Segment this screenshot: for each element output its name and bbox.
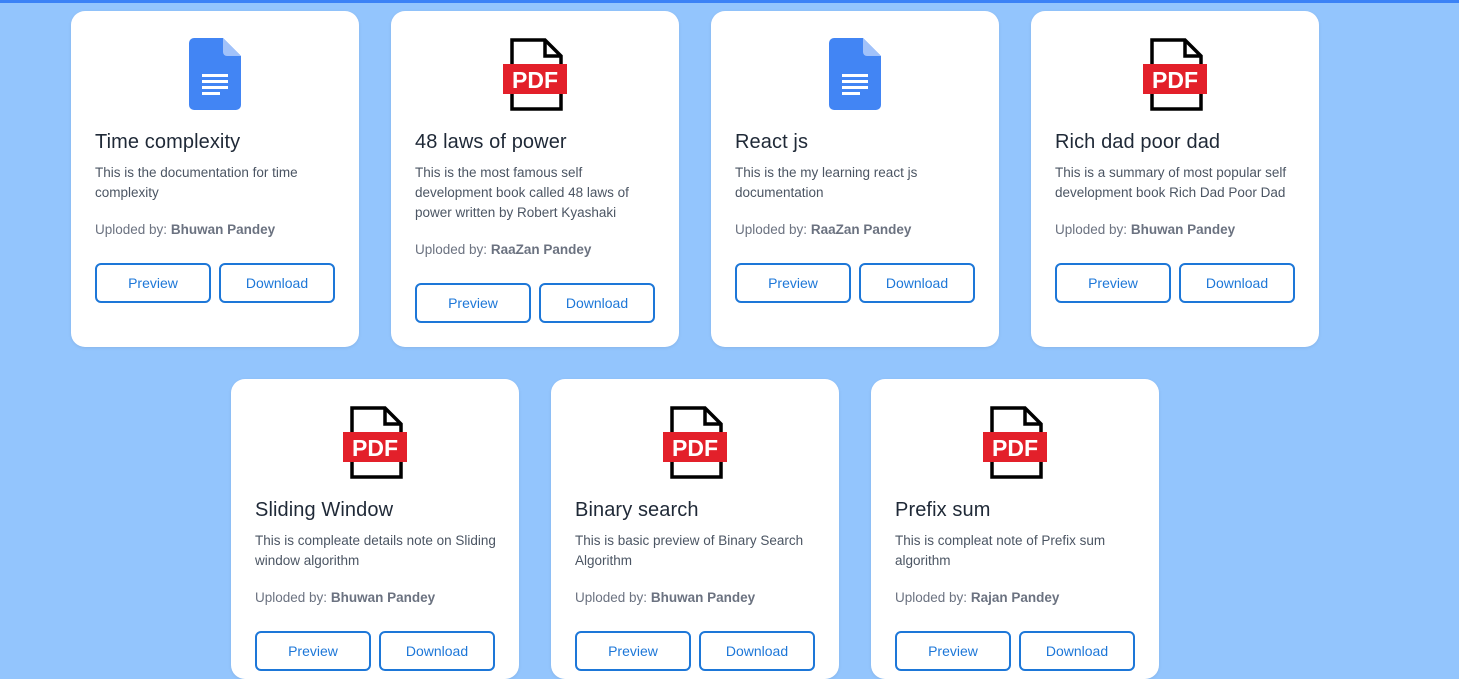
pdf-icon: PDF	[503, 38, 567, 111]
document-card: PDF Binary search This is basic preview …	[551, 379, 839, 679]
card-description: This is compleat note of Prefix sum algo…	[895, 533, 1106, 568]
card-uploader: Uploded by: Bhuwan Pandey	[95, 222, 276, 237]
doc-icon	[189, 38, 241, 110]
pdf-icon: PDF	[983, 406, 1047, 479]
document-card: Time complexity This is the documentatio…	[71, 11, 359, 347]
pdf-icon: PDF	[1143, 38, 1207, 111]
uploader-name: Bhuwan Pandey	[330, 590, 436, 605]
card-uploader: Uploded by: Bhuwan Pandey	[575, 590, 756, 605]
download-button[interactable]: Download	[699, 631, 815, 671]
preview-button[interactable]: Preview	[1055, 263, 1171, 303]
svg-text:PDF: PDF	[992, 435, 1038, 461]
svg-text:PDF: PDF	[512, 67, 558, 93]
document-card: PDF Sliding Window This is compleate det…	[231, 379, 519, 679]
card-description: This is the documentation for time compl…	[95, 165, 298, 200]
uploader-name: RaaZan Pandey	[810, 222, 912, 237]
preview-button[interactable]: Preview	[95, 263, 211, 303]
top-accent-bar	[0, 0, 1459, 3]
document-card: PDF Rich dad poor dad This is a summary …	[1031, 11, 1319, 347]
card-title: Prefix sum	[895, 499, 991, 521]
card-uploader: Uploded by: RaaZan Pandey	[415, 242, 592, 257]
card-description: This is the my learning react js documen…	[735, 165, 918, 200]
preview-button[interactable]: Preview	[415, 283, 531, 323]
card-description: This is a summary of most popular self d…	[1055, 165, 1287, 200]
card-description: This is the most famous self development…	[415, 165, 629, 220]
uploader-name: Bhuwan Pandey	[650, 590, 756, 605]
preview-button[interactable]: Preview	[255, 631, 371, 671]
card-title: 48 laws of power	[415, 131, 567, 153]
pdf-icon: PDF	[343, 406, 407, 479]
svg-text:PDF: PDF	[1152, 67, 1198, 93]
card-description: This is basic preview of Binary Search A…	[575, 533, 804, 568]
uploader-name: Bhuwan Pandey	[1130, 222, 1236, 237]
download-button[interactable]: Download	[1019, 631, 1135, 671]
uploader-name: RaaZan Pandey	[490, 242, 592, 257]
document-card: PDF Prefix sum This is compleat note of …	[871, 379, 1159, 679]
card-uploader: Uploded by: Bhuwan Pandey	[1055, 222, 1236, 237]
card-description: This is compleate details note on Slidin…	[255, 533, 496, 568]
card-title: Time complexity	[95, 131, 241, 153]
pdf-icon: PDF	[663, 406, 727, 479]
card-title: Binary search	[575, 499, 699, 521]
document-card: React js This is the my learning react j…	[711, 11, 999, 347]
download-button[interactable]: Download	[859, 263, 975, 303]
download-button[interactable]: Download	[379, 631, 495, 671]
card-uploader: Uploded by: RaaZan Pandey	[735, 222, 912, 237]
preview-button[interactable]: Preview	[575, 631, 691, 671]
download-button[interactable]: Download	[539, 283, 655, 323]
card-uploader: Uploded by: Rajan Pandey	[895, 590, 1060, 605]
uploader-name: Bhuwan Pandey	[170, 222, 276, 237]
doc-icon	[829, 38, 881, 110]
uploader-name: Rajan Pandey	[970, 590, 1060, 605]
svg-text:PDF: PDF	[352, 435, 398, 461]
card-title: Rich dad poor dad	[1055, 131, 1221, 153]
download-button[interactable]: Download	[1179, 263, 1295, 303]
svg-text:PDF: PDF	[672, 435, 718, 461]
card-uploader: Uploded by: Bhuwan Pandey	[255, 590, 436, 605]
document-card: PDF 48 laws of power This is the most fa…	[391, 11, 679, 347]
download-button[interactable]: Download	[219, 263, 335, 303]
preview-button[interactable]: Preview	[735, 263, 851, 303]
card-title: Sliding Window	[255, 499, 394, 521]
card-title: React js	[735, 131, 809, 153]
preview-button[interactable]: Preview	[895, 631, 1011, 671]
